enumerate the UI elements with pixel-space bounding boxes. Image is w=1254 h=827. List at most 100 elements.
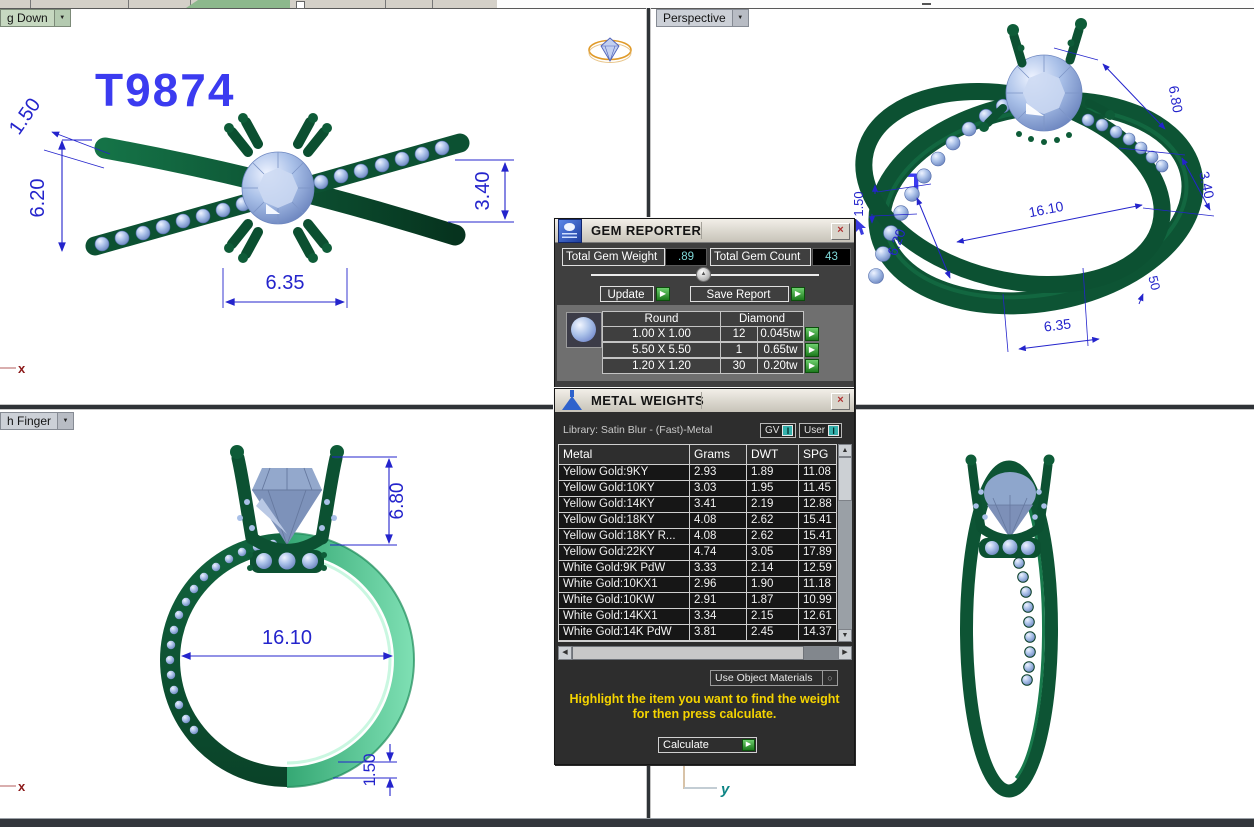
radio-icon[interactable]: ○ bbox=[822, 671, 837, 685]
table-row[interactable]: Yellow Gold:18KY 4.08 2.62 15.41 bbox=[559, 513, 836, 529]
total-gem-count-value: 43 bbox=[812, 248, 851, 266]
table-row[interactable]: Yellow Gold:10KY 3.03 1.95 11.45 bbox=[559, 481, 836, 497]
viewport-tab-label: h Finger bbox=[7, 414, 51, 428]
cell-dwt: 1.90 bbox=[747, 577, 799, 592]
viewport-looking-down[interactable]: T9874 bbox=[0, 8, 647, 404]
cell-dwt: 1.87 bbox=[747, 593, 799, 608]
metal-weights-titlebar[interactable]: METAL WEIGHTS × bbox=[555, 389, 854, 413]
gem-reporter-panel[interactable]: GEM REPORTER × Total Gem Weight .89 Tota… bbox=[554, 218, 855, 390]
gem-shape-header: Round bbox=[602, 311, 721, 327]
viewport-tab-looking-down[interactable]: g Down ▼ bbox=[0, 9, 71, 27]
chevron-down-icon[interactable]: ▼ bbox=[57, 413, 73, 429]
cell-grams: 4.08 bbox=[690, 529, 747, 544]
table-row[interactable]: White Gold:14K PdW 3.81 2.45 14.37 bbox=[559, 625, 836, 641]
table-row[interactable]: White Gold:10KW 2.91 1.87 10.99 bbox=[559, 593, 836, 609]
save-report-button[interactable]: Save Report bbox=[690, 286, 789, 302]
col-dwt: DWT bbox=[747, 445, 799, 464]
gem-reporter-titlebar[interactable]: GEM REPORTER × bbox=[555, 219, 854, 243]
cell-spg: 15.41 bbox=[799, 529, 836, 544]
gem-reporter-icon bbox=[558, 219, 582, 243]
ring-top-view bbox=[95, 113, 460, 263]
viewport-tab-perspective[interactable]: Perspective ▼ bbox=[656, 9, 749, 27]
gem-row-go-icon[interactable]: ▶ bbox=[805, 359, 819, 373]
gem-size-slider-handle[interactable]: ▲ bbox=[696, 267, 711, 282]
save-report-go-icon[interactable]: ▶ bbox=[791, 287, 805, 301]
cell-metal: White Gold:10KX1 bbox=[559, 577, 690, 592]
scroll-left-icon[interactable]: ◀ bbox=[558, 646, 572, 660]
gem-row-size[interactable]: 1.20 X 1.20 bbox=[602, 358, 721, 374]
gem-row-count[interactable]: 1 bbox=[720, 342, 758, 358]
gem-row-go-icon[interactable]: ▶ bbox=[805, 343, 819, 357]
chevron-down-icon[interactable]: ▼ bbox=[54, 10, 70, 26]
gem-row-weight[interactable]: 0.20tw bbox=[757, 358, 804, 374]
cell-dwt: 2.15 bbox=[747, 609, 799, 624]
table-row[interactable]: Yellow Gold:22KY 4.74 3.05 17.89 bbox=[559, 545, 836, 561]
svg-text:1.50: 1.50 bbox=[851, 191, 866, 216]
metal-weights-icon bbox=[559, 389, 585, 411]
col-grams: Grams bbox=[690, 445, 747, 464]
calculate-go-icon[interactable]: ▶ bbox=[742, 739, 755, 751]
svg-text:1.50: 1.50 bbox=[360, 753, 379, 786]
gem-row-size[interactable]: 1.00 X 1.00 bbox=[602, 326, 721, 342]
user-toggle-icon[interactable]: I bbox=[828, 425, 839, 436]
table-row[interactable]: White Gold:10KX1 2.96 1.90 11.18 bbox=[559, 577, 836, 593]
instruction-text: Highlight the item you want to find the … bbox=[555, 692, 854, 722]
user-label: User bbox=[804, 425, 825, 436]
table-row[interactable]: Yellow Gold:14KY 3.41 2.19 12.88 bbox=[559, 497, 836, 513]
model-code-label: T9874 bbox=[95, 64, 235, 116]
minimize-sliver[interactable] bbox=[922, 3, 931, 5]
scrollbar-thumb[interactable] bbox=[572, 646, 804, 660]
scroll-down-icon[interactable]: ▼ bbox=[838, 629, 852, 642]
gv-button[interactable]: GV I bbox=[760, 423, 796, 438]
viewport-tab-label: g Down bbox=[7, 11, 48, 25]
gem-row-size[interactable]: 5.50 X 5.50 bbox=[602, 342, 721, 358]
table-row[interactable]: White Gold:9K PdW 3.33 2.14 12.59 bbox=[559, 561, 836, 577]
close-icon[interactable]: × bbox=[831, 223, 850, 240]
titlebar-divider bbox=[701, 392, 702, 409]
vertical-scrollbar[interactable]: ▲ ▼ bbox=[838, 444, 852, 642]
gv-toggle-icon[interactable]: I bbox=[782, 425, 793, 436]
svg-text:16.10: 16.10 bbox=[1027, 198, 1065, 220]
viewport-through-finger[interactable]: 6.80 16.10 1.50 x bbox=[0, 410, 647, 818]
viewport-tab-through-finger[interactable]: h Finger ▼ bbox=[0, 412, 74, 430]
update-go-icon[interactable]: ▶ bbox=[656, 287, 670, 301]
close-icon[interactable]: × bbox=[831, 393, 850, 410]
cell-spg: 11.45 bbox=[799, 481, 836, 496]
toolbar-divider bbox=[30, 0, 31, 8]
table-row[interactable]: Yellow Gold:9KY 2.93 1.89 11.08 bbox=[559, 465, 836, 481]
chevron-down-icon[interactable]: ▼ bbox=[732, 10, 748, 26]
col-metal: Metal bbox=[559, 445, 690, 464]
table-row[interactable]: Yellow Gold:18KY R... 4.08 2.62 15.41 bbox=[559, 529, 836, 545]
gem-row-weight[interactable]: 0.65tw bbox=[757, 342, 804, 358]
cell-metal: Yellow Gold:22KY bbox=[559, 545, 690, 560]
horizontal-scrollbar[interactable]: ◀ ▶ bbox=[558, 646, 852, 660]
instruction-line2: for then press calculate. bbox=[555, 707, 854, 722]
update-button[interactable]: Update bbox=[600, 286, 654, 302]
center-stone bbox=[1006, 55, 1082, 131]
active-tab-sliver[interactable] bbox=[186, 0, 290, 8]
cell-dwt: 2.62 bbox=[747, 513, 799, 528]
cell-spg: 11.18 bbox=[799, 577, 836, 592]
cell-grams: 2.91 bbox=[690, 593, 747, 608]
total-gem-count-label: Total Gem Count bbox=[710, 248, 811, 266]
center-stone bbox=[242, 152, 314, 224]
scroll-right-icon[interactable]: ▶ bbox=[838, 646, 852, 660]
use-object-materials-dropdown[interactable]: Use Object Materials ○ bbox=[710, 670, 838, 686]
metal-weights-panel[interactable]: METAL WEIGHTS × Library: Satin Blur - (F… bbox=[554, 388, 855, 765]
viewport-tab-label: Perspective bbox=[663, 11, 726, 25]
gem-row-weight[interactable]: 0.045tw bbox=[757, 326, 804, 342]
cell-metal: White Gold:14K PdW bbox=[559, 625, 690, 640]
user-button[interactable]: User I bbox=[799, 423, 842, 438]
table-row[interactable]: White Gold:14KX1 3.34 2.15 12.61 bbox=[559, 609, 836, 625]
gem-row-go-icon[interactable]: ▶ bbox=[805, 327, 819, 341]
gem-row-count[interactable]: 12 bbox=[720, 326, 758, 342]
gem-row-count[interactable]: 30 bbox=[720, 358, 758, 374]
scrollbar-thumb[interactable] bbox=[838, 457, 852, 501]
scroll-up-icon[interactable]: ▲ bbox=[838, 444, 852, 457]
metal-table: Metal Grams DWT SPG Yellow Gold:9KY 2.93… bbox=[558, 444, 837, 642]
cell-grams: 3.03 bbox=[690, 481, 747, 496]
total-gem-weight-label: Total Gem Weight bbox=[562, 248, 665, 266]
cell-grams: 3.33 bbox=[690, 561, 747, 576]
metal-weights-body: Library: Satin Blur - (Fast)-Metal GV I … bbox=[555, 412, 854, 764]
calculate-button[interactable]: Calculate ▶ bbox=[658, 737, 757, 753]
